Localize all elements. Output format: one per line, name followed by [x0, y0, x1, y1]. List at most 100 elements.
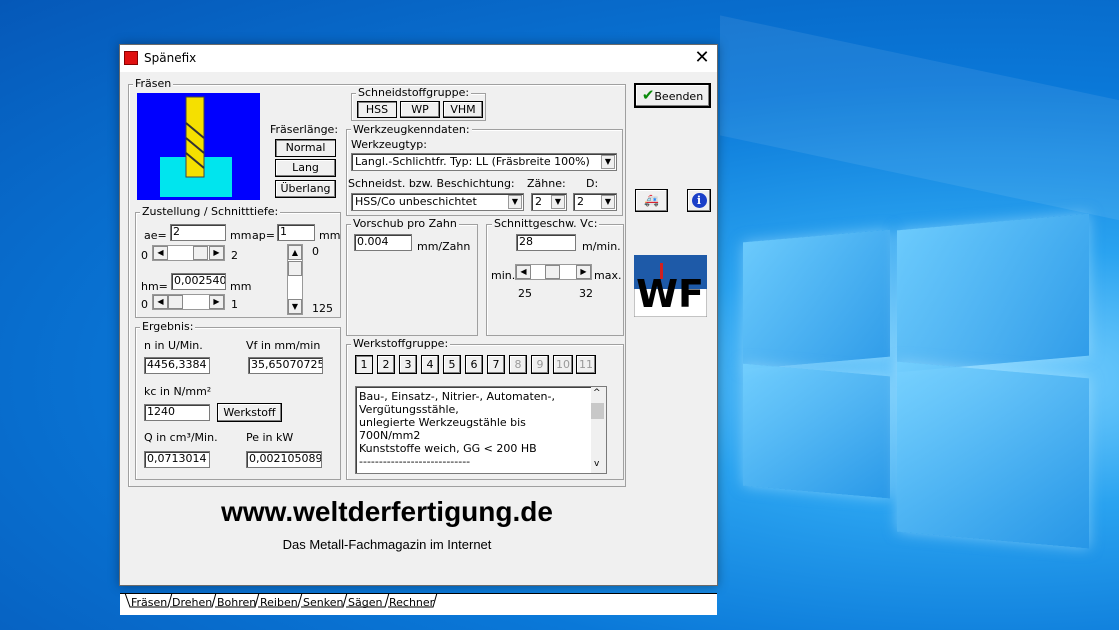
teeth-select[interactable]: 2 ▼ — [531, 193, 567, 211]
material-tab-5[interactable]: 5 — [443, 355, 461, 374]
ap-input[interactable]: 1 — [277, 224, 315, 241]
material-tab-9[interactable]: 9 — [531, 355, 549, 374]
exit-button[interactable]: ✔Beenden — [634, 83, 711, 108]
material-group-label: Werkstoffgruppe: — [351, 337, 451, 350]
windows-logo-pane — [897, 361, 1089, 549]
scroll-right-icon[interactable]: ▶ — [576, 265, 591, 279]
chevron-down-icon[interactable]: v — [594, 458, 599, 471]
material-tab-6[interactable]: 6 — [465, 355, 483, 374]
ae-slider[interactable]: ◀ ▶ — [152, 245, 225, 261]
tool-type-select[interactable]: Langl.-Schlichtfr. Typ: LL (Fräsbreite 1… — [351, 153, 617, 171]
app-icon — [124, 51, 138, 65]
material-tab-7[interactable]: 7 — [487, 355, 505, 374]
material-tab-11[interactable]: 11 — [576, 355, 596, 374]
spindle-speed-label: n in U/Min. — [144, 339, 203, 352]
milling-tool-illustration — [137, 93, 260, 200]
material-tab-10[interactable]: 10 — [553, 355, 573, 374]
diameter-value: 2 — [577, 195, 584, 208]
chevron-down-icon[interactable]: ▼ — [601, 195, 615, 209]
slider-thumb[interactable] — [288, 261, 302, 276]
result-group-label: Ergebnis: — [140, 320, 196, 333]
slider-thumb[interactable] — [545, 265, 560, 279]
info-icon: i — [691, 193, 707, 208]
material-tab-8[interactable]: 8 — [509, 355, 527, 374]
scroll-down-icon[interactable]: ▼ — [288, 299, 302, 314]
slider-thumb[interactable] — [193, 246, 208, 260]
coating-value: HSS/Co unbeschichtet — [355, 195, 477, 208]
length-normal-button[interactable]: Normal — [275, 139, 336, 157]
hm-slider[interactable]: ◀ ▶ — [152, 294, 225, 310]
scroll-left-icon[interactable]: ◀ — [153, 246, 168, 260]
chevron-down-icon[interactable]: ▼ — [601, 155, 615, 169]
material-wp-button[interactable]: WP — [400, 101, 440, 118]
cutting-speed-slider[interactable]: ◀ ▶ — [515, 264, 592, 280]
material-desc-line: Vergütungsstähle, — [359, 403, 459, 416]
power-label: Pe in kW — [246, 431, 294, 444]
info-button[interactable]: i — [687, 189, 711, 212]
checkmark-icon: ✔ — [641, 86, 655, 104]
kc-output: 1240 — [144, 404, 210, 421]
ae-max: 2 — [231, 249, 238, 262]
material-tab-1[interactable]: 1 — [355, 355, 373, 374]
tagline: Das Metall-Fachmagazin im Internet — [282, 537, 492, 552]
hm-max: 1 — [231, 298, 238, 311]
length-extra-long-button[interactable]: Überlang — [275, 180, 336, 198]
material-tab-4[interactable]: 4 — [421, 355, 439, 374]
ap-label: ap= — [252, 229, 275, 242]
chevron-down-icon[interactable]: ▼ — [508, 195, 522, 209]
cutter-length-label: Fräserlänge: — [270, 123, 339, 136]
material-desc-line: Kunststoffe weich, GG < 200 HB — [359, 442, 537, 455]
cutting-speed-unit: m/min. — [582, 240, 621, 253]
werkstoff-button[interactable]: Werkstoff — [217, 403, 282, 422]
description-scrollbar[interactable]: ^ v — [591, 387, 606, 473]
material-hss-button[interactable]: HSS — [357, 101, 397, 118]
app-window: Spänefix ✕ Fräsen Fräserlänge: Normal La… — [119, 44, 718, 615]
hm-unit: mm — [230, 280, 252, 293]
client-area: Fräsen Fräserlänge: Normal Lang Überlang… — [120, 72, 717, 615]
tool-type-value: Langl.-Schlichtfr. Typ: LL (Fräsbreite 1… — [355, 155, 590, 168]
infeed-group-label: Zustellung / Schnitttiefe: — [140, 205, 281, 218]
vehicle-icon-button[interactable]: 🚑 — [635, 189, 668, 212]
material-description: Bau-, Einsatz-, Nitrier-, Automaten-, Ve… — [355, 386, 607, 474]
feed-unit: mm/Zahn — [417, 240, 471, 253]
chip-volume-output: 0,0713014 — [144, 451, 210, 468]
speed-min-label: min. — [491, 269, 516, 282]
material-vhm-button[interactable]: VHM — [443, 101, 483, 118]
tab-dividers — [124, 593, 438, 608]
material-tab-3[interactable]: 3 — [399, 355, 417, 374]
hm-input[interactable]: 0,002540 — [171, 273, 226, 290]
truck-icon: 🚑 — [644, 193, 659, 207]
length-long-button[interactable]: Lang — [275, 159, 336, 177]
diameter-label: D: — [586, 177, 599, 190]
scroll-left-icon[interactable]: ◀ — [153, 295, 168, 309]
ap-slider[interactable]: ▲ ▼ — [287, 244, 303, 315]
speed-min-value: 25 — [518, 287, 532, 300]
milling-group-label: Fräsen — [133, 77, 174, 90]
chevron-up-icon[interactable]: ^ — [593, 387, 601, 400]
chip-volume-label: Q in cm³/Min. — [144, 431, 218, 444]
chevron-down-icon[interactable]: ▼ — [551, 195, 565, 209]
diameter-select[interactable]: 2 ▼ — [573, 193, 617, 211]
ae-input[interactable]: 2 — [170, 224, 226, 241]
cutting-speed-input[interactable]: 28 — [516, 234, 576, 251]
material-desc-line: ---------------------------- — [359, 455, 471, 468]
feed-label: Vorschub pro Zahn — [351, 217, 459, 230]
logo-text: WF — [636, 272, 704, 316]
hm-min: 0 — [141, 298, 148, 311]
coating-select[interactable]: HSS/Co unbeschichtet ▼ — [351, 193, 524, 211]
ae-label: ae= — [144, 229, 167, 242]
title-bar[interactable]: Spänefix ✕ — [120, 45, 717, 72]
material-desc-line: 700N/mm2 — [359, 429, 421, 442]
scroll-up-icon[interactable]: ▲ — [288, 245, 302, 260]
material-tab-2[interactable]: 2 — [377, 355, 395, 374]
scroll-left-icon[interactable]: ◀ — [516, 265, 531, 279]
coating-label: Schneidst. bzw. Beschichtung: — [348, 177, 515, 190]
feed-input[interactable]: 0.004 — [354, 234, 412, 251]
window-title: Spänefix — [144, 51, 197, 65]
scroll-right-icon[interactable]: ▶ — [209, 246, 224, 260]
scroll-right-icon[interactable]: ▶ — [209, 295, 224, 309]
close-button[interactable]: ✕ — [688, 47, 716, 69]
scroll-thumb[interactable] — [591, 403, 604, 419]
website-url: www.weltderfertigung.de — [221, 496, 553, 527]
slider-thumb[interactable] — [168, 295, 183, 309]
